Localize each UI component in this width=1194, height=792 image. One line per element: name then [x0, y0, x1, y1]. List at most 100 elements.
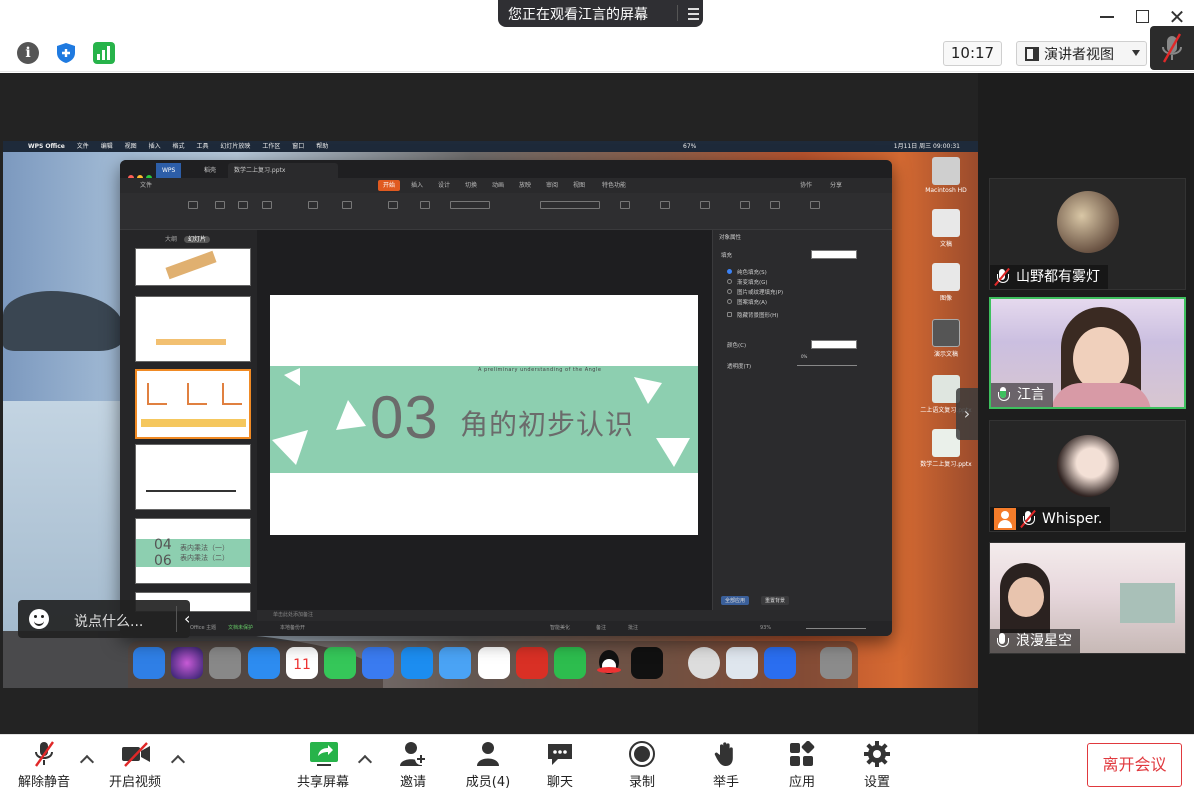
mac-menu-item[interactable]: 编辑 [101, 143, 113, 150]
menu-animation[interactable]: 动画 [492, 178, 504, 193]
close-button[interactable]: ✕ [1166, 6, 1188, 28]
share-screen-button[interactable]: 共享屏幕 [292, 741, 354, 790]
desktop-icon[interactable]: Macintosh HD [918, 157, 974, 194]
mac-menu-item[interactable]: 幻灯片放映 [220, 143, 250, 150]
desktop-icon[interactable]: 图像 [918, 263, 974, 302]
quicktime-icon[interactable] [688, 647, 720, 679]
participant-tile[interactable]: Whisper. [989, 420, 1186, 532]
slide-thumbnail[interactable] [135, 369, 251, 439]
smart-beautify-button[interactable]: 智能美化 [550, 621, 570, 636]
hamburger-menu-icon[interactable] [677, 5, 699, 21]
collapse-panel-button[interactable]: › [956, 388, 978, 440]
tab-outline[interactable]: 大纲 [165, 236, 177, 243]
chat-placeholder[interactable]: 说点什么... [74, 611, 143, 631]
collab-button[interactable]: 协作 [800, 178, 812, 193]
apply-all-button[interactable]: 全部应用 [721, 596, 750, 605]
mac-menu-item[interactable]: 文件 [77, 143, 89, 150]
minimize-button[interactable] [1096, 6, 1118, 28]
youdao-icon[interactable] [516, 647, 548, 679]
zoom-level[interactable]: 93% [760, 621, 771, 636]
radio-gradient-fill[interactable] [727, 279, 732, 284]
leave-meeting-button[interactable]: 离开会议 [1087, 743, 1182, 787]
feishu-icon[interactable] [764, 647, 796, 679]
screen-share-banner[interactable]: 您正在观看江言的屏幕 [498, 0, 703, 27]
slide-thumbnail[interactable] [135, 248, 251, 286]
participant-tile-active[interactable]: 江言 [989, 297, 1186, 409]
menu-design[interactable]: 设计 [438, 178, 450, 193]
menu-special[interactable]: 特色功能 [602, 178, 626, 193]
current-slide[interactable]: 03 A preliminary understanding of the An… [270, 295, 698, 535]
tab-wps[interactable]: WPS [156, 163, 182, 178]
slide-thumbnail[interactable]: 23 [135, 296, 251, 362]
mail-icon[interactable] [439, 647, 471, 679]
menu-view[interactable]: 视图 [573, 178, 585, 193]
info-icon[interactable]: i [17, 42, 39, 64]
chevron-left-icon[interactable]: ‹ [184, 610, 202, 628]
speaker-view-dropdown[interactable]: 演讲者视图 [1016, 41, 1147, 66]
preview-icon[interactable] [726, 647, 758, 679]
participant-tile[interactable]: 山野都有雾灯 [989, 178, 1186, 290]
security-shield-icon[interactable] [55, 42, 77, 64]
mac-menu-item[interactable]: 工具 [196, 143, 208, 150]
mac-menu-item[interactable]: 帮助 [316, 143, 328, 150]
desktop-icon[interactable]: 文稿 [918, 209, 974, 248]
start-video-button[interactable]: 开启视频 [105, 741, 165, 790]
menu-review[interactable]: 审阅 [546, 178, 558, 193]
chevron-up-icon[interactable] [170, 754, 186, 770]
menu-slideshow[interactable]: 放映 [519, 178, 531, 193]
tencent-meeting-icon[interactable] [362, 647, 394, 679]
wps-icon[interactable] [478, 647, 510, 679]
mac-menu-item[interactable]: 工作区 [262, 143, 280, 150]
radio-pattern-fill[interactable] [727, 299, 732, 304]
unmute-button[interactable]: 解除静音 [14, 741, 74, 790]
zoom-slider[interactable] [806, 628, 866, 629]
invite-button[interactable]: 邀请 [393, 741, 433, 790]
apps-button[interactable]: 应用 [786, 740, 818, 790]
participant-tile[interactable]: 浪漫星空 [989, 542, 1186, 654]
mac-menu-item[interactable]: 视图 [125, 143, 137, 150]
finder-icon[interactable] [133, 647, 165, 679]
radio-solid-fill[interactable] [727, 269, 732, 274]
mac-menu-item[interactable]: 格式 [173, 143, 185, 150]
menu-insert[interactable]: 插入 [411, 178, 423, 193]
launchpad-icon[interactable] [209, 647, 241, 679]
settings-button[interactable]: 设置 [861, 741, 893, 790]
wechat-icon[interactable] [554, 647, 586, 679]
tab-document[interactable]: 数学二上复习.pptx [228, 163, 338, 178]
siri-icon[interactable] [171, 647, 203, 679]
chat-input-box[interactable]: 说点什么... ‹ [18, 600, 190, 638]
comments-toggle[interactable]: 批注 [628, 621, 638, 636]
maximize-button[interactable] [1131, 6, 1153, 28]
app-store-icon[interactable] [401, 647, 433, 679]
chevron-up-icon[interactable] [357, 754, 373, 770]
reset-background-button[interactable]: 重置背景 [761, 596, 790, 605]
chevron-up-icon[interactable] [79, 754, 95, 770]
transparency-slider[interactable] [797, 365, 857, 366]
slide-thumbnail[interactable]: 26 04 06 表内乘法（一） 表内乘法（二） [135, 518, 251, 584]
hide-bg-checkbox[interactable] [727, 312, 732, 317]
notes-area[interactable]: 单击此处添加备注 [257, 610, 712, 621]
chat-button[interactable]: 聊天 [544, 741, 576, 790]
apple-tv-icon[interactable] [631, 647, 663, 679]
qq-icon[interactable] [593, 647, 625, 679]
wps-share-button[interactable]: 分享 [830, 178, 842, 193]
radio-picture-fill[interactable] [727, 289, 732, 294]
desktop-icon[interactable]: 演示文稿 [918, 319, 974, 358]
tab-slides[interactable]: 幻灯片 [183, 236, 210, 243]
mac-menu-item[interactable]: 窗口 [292, 143, 304, 150]
menu-home[interactable]: 开始 [378, 180, 401, 191]
fill-color-swatch[interactable] [811, 250, 857, 259]
slide-thumbnail[interactable] [135, 444, 251, 510]
tab-daoke[interactable]: 稻壳 [198, 163, 222, 178]
network-signal-icon[interactable] [93, 42, 115, 64]
members-button[interactable]: 成员(4) [460, 741, 516, 790]
menu-file[interactable]: 文件 [140, 178, 152, 193]
trash-icon[interactable] [820, 647, 852, 679]
emoji-icon[interactable] [29, 609, 49, 629]
safari-icon[interactable] [248, 647, 280, 679]
self-video-tile[interactable] [1150, 26, 1194, 70]
mac-menu-item[interactable]: 插入 [149, 143, 161, 150]
facetime-icon[interactable] [324, 647, 356, 679]
notes-toggle[interactable]: 备注 [596, 621, 606, 636]
record-button[interactable]: 录制 [626, 741, 658, 790]
